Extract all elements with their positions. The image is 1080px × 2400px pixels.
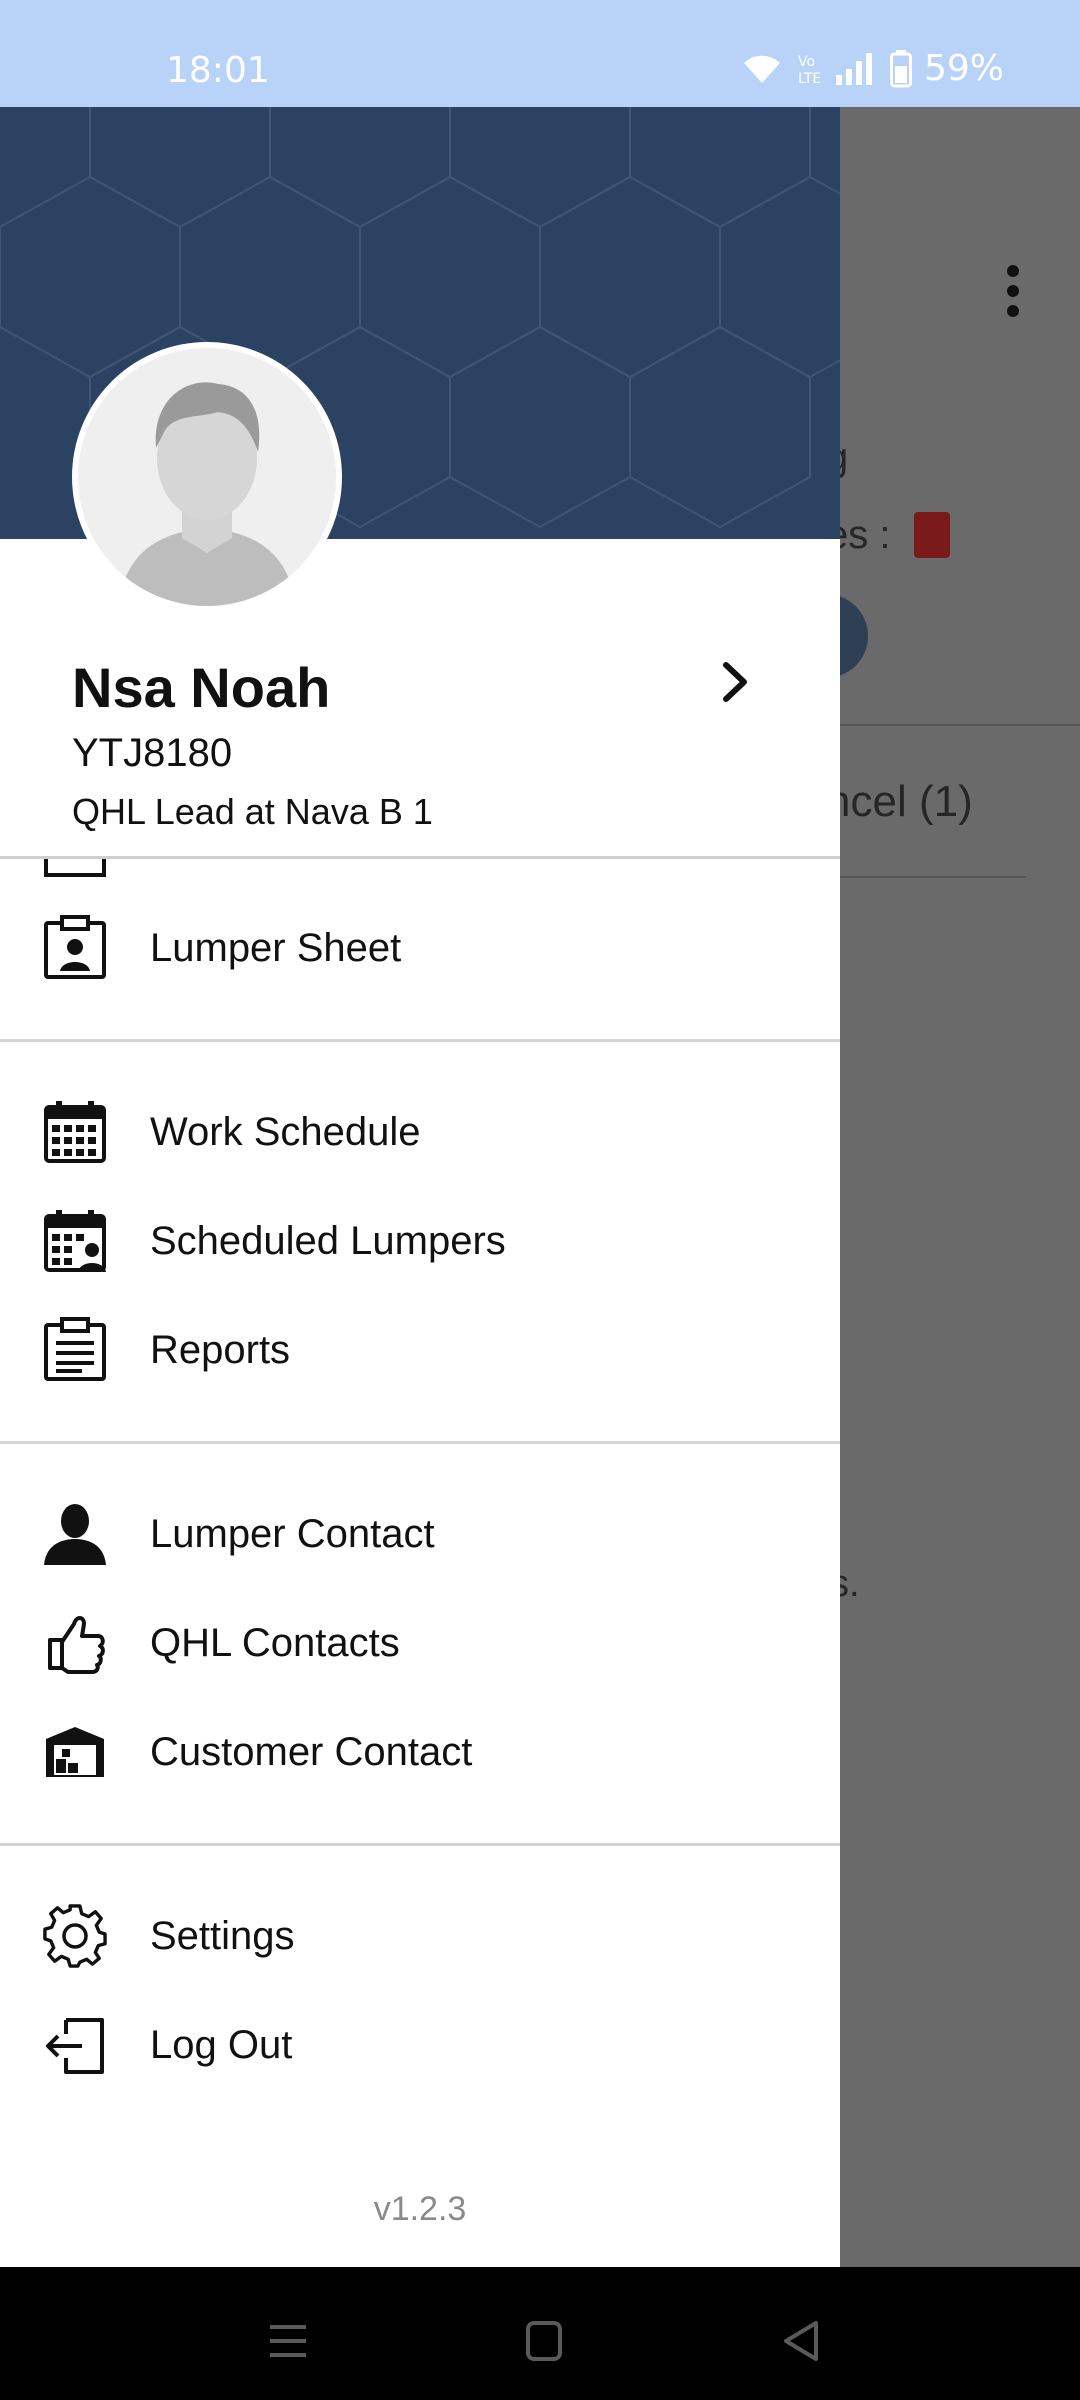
document-icon <box>914 512 950 558</box>
menu-item-reports[interactable]: Reports <box>0 1302 840 1398</box>
menu-item-customer-contact[interactable]: Customer Contact <box>0 1704 840 1800</box>
navigation-drawer: Nsa Noah YTJ8180 QHL Lead at Nava B 1 Lu… <box>0 107 840 2267</box>
recent-apps-icon[interactable] <box>258 2311 318 2371</box>
menu-label: Scheduled Lumpers <box>150 1218 506 1263</box>
menu-item-settings[interactable]: Settings <box>0 1888 840 1984</box>
menu-item-log-out[interactable]: Log Out <box>0 1997 840 2093</box>
menu-label: Reports <box>150 1327 291 1372</box>
menu-divider <box>0 1039 840 1042</box>
logout-icon <box>40 2010 110 2080</box>
warehouse-icon <box>40 1717 110 1787</box>
bg-divider <box>840 724 1080 726</box>
menu-label: QHL Contacts <box>150 1620 400 1665</box>
menu-label: Customer Contact <box>150 1729 473 1774</box>
battery-percent: 59% <box>923 48 1004 89</box>
profile-divider <box>0 856 840 859</box>
menu-item-lumper-sheet[interactable]: Lumper Sheet <box>0 900 840 996</box>
bg-partial-tab: ncel (1) <box>826 777 973 826</box>
svg-text:LTE: LTE <box>798 71 821 87</box>
clipboard-list-icon <box>40 1315 110 1385</box>
profile-role: QHL Lead at Nava B 1 <box>72 791 433 832</box>
bg-divider <box>820 876 1026 878</box>
menu-label: Lumper Sheet <box>150 925 402 970</box>
status-bar: 18:01 Vo LTE 59% <box>0 0 1080 107</box>
menu-label: Settings <box>150 1913 295 1958</box>
status-icons: Vo LTE 59% <box>740 48 1004 89</box>
profile-section[interactable]: Nsa Noah YTJ8180 QHL Lead at Nava B 1 <box>0 539 840 857</box>
clipboard-person-icon <box>40 913 110 983</box>
menu-label: Log Out <box>150 2022 293 2067</box>
menu-item-qhl-contacts[interactable]: QHL Contacts <box>0 1595 840 1691</box>
calendar-person-icon <box>40 1206 110 1276</box>
avatar-placeholder-icon <box>78 348 336 606</box>
menu-item-scheduled-lumpers[interactable]: Scheduled Lumpers <box>0 1193 840 1289</box>
person-icon <box>40 1499 110 1569</box>
gear-icon <box>40 1901 110 1971</box>
chevron-right-icon[interactable] <box>712 657 756 707</box>
calendar-icon <box>40 1097 110 1167</box>
back-icon[interactable] <box>772 2311 832 2371</box>
battery-icon <box>889 49 912 87</box>
home-icon[interactable] <box>514 2311 574 2371</box>
volte-icon: Vo LTE <box>798 54 821 87</box>
system-nav-bar <box>0 2267 1080 2400</box>
app-version: v1.2.3 <box>373 2190 467 2228</box>
menu-item-work-schedule[interactable]: Work Schedule <box>0 1084 840 1180</box>
menu-divider <box>0 1441 840 1444</box>
avatar[interactable] <box>72 342 342 612</box>
menu-label: Work Schedule <box>150 1109 421 1154</box>
profile-name: Nsa Noah <box>72 656 331 719</box>
menu-item-lumper-contact[interactable]: Lumper Contact <box>0 1486 840 1582</box>
menu-label: Lumper Contact <box>150 1511 435 1556</box>
signal-icon <box>835 52 872 85</box>
overflow-menu-icon <box>1004 265 1022 317</box>
thumbs-up-icon <box>40 1608 110 1678</box>
status-time: 18:01 <box>166 50 270 91</box>
profile-id: YTJ8180 <box>72 731 233 775</box>
svg-text:Vo: Vo <box>798 54 815 70</box>
menu-divider <box>0 1843 840 1846</box>
wifi-icon <box>743 55 780 83</box>
partial-menu-icon <box>44 859 106 877</box>
